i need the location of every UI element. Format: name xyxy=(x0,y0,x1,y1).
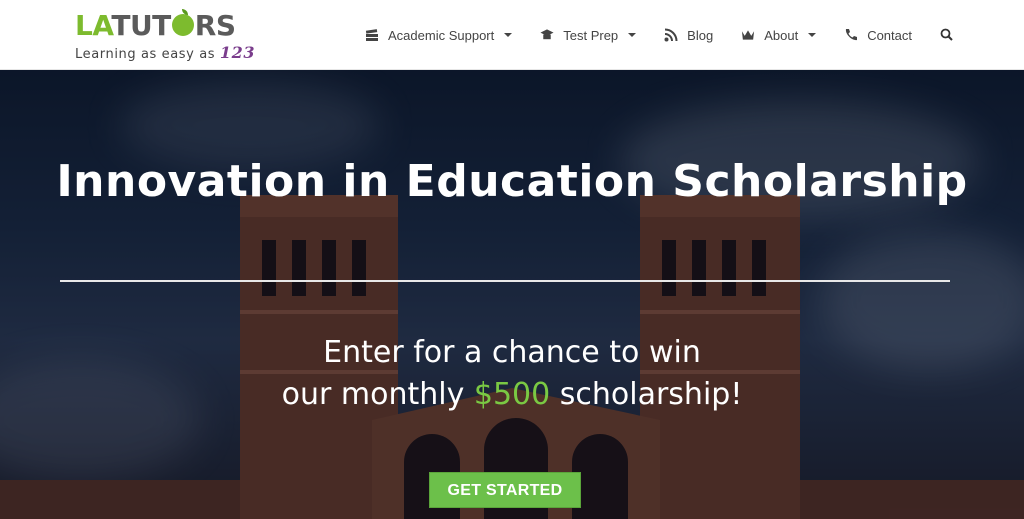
chevron-down-icon xyxy=(808,33,817,37)
nav-label: Blog xyxy=(687,27,714,43)
chevron-down-icon xyxy=(628,33,637,37)
rss-icon xyxy=(664,28,678,42)
logo-tut: TUT xyxy=(111,9,171,42)
nav-label: Academic Support xyxy=(388,27,495,43)
nav-about[interactable]: About xyxy=(741,27,817,43)
get-started-button[interactable]: GET STARTED xyxy=(429,472,581,508)
hero-subtitle-line2: our monthly $500 scholarship! xyxy=(0,374,1024,416)
line2-suffix: scholarship! xyxy=(550,377,743,412)
latutors-logo[interactable]: LATUT RS Learning as easy as 123 xyxy=(75,8,265,64)
nav-blog[interactable]: Blog xyxy=(664,28,713,43)
hero-subtitle-line1: Enter for a chance to win xyxy=(323,335,701,370)
main-nav: Academic Support Test Prep Blog About Co… xyxy=(337,0,954,70)
search-icon[interactable] xyxy=(940,28,954,42)
books-icon xyxy=(365,28,379,42)
hero-title: Innovation in Education Scholarship xyxy=(56,156,968,207)
hero-subtitle: Enter for a chance to win our monthly $5… xyxy=(0,332,1024,416)
logo-wordmark: LATUT RS xyxy=(75,8,236,44)
site-header: LATUT RS Learning as easy as 123 Academic… xyxy=(0,0,1024,70)
tagline-text: Learning as easy as xyxy=(75,47,220,62)
phone-icon xyxy=(844,28,858,42)
scholarship-amount: $500 xyxy=(473,377,551,412)
hero-divider xyxy=(60,280,950,282)
nav-label: Test Prep xyxy=(563,27,619,43)
line2-prefix: our monthly xyxy=(281,377,474,412)
tagline-number: 123 xyxy=(219,43,256,62)
chevron-down-icon xyxy=(504,33,513,37)
hero-banner: Innovation in Education Scholarship Ente… xyxy=(0,70,1024,519)
nav-label: Contact xyxy=(867,27,912,43)
nav-test-prep[interactable]: Test Prep xyxy=(540,27,637,43)
apple-icon xyxy=(171,9,194,36)
nav-contact[interactable]: Contact xyxy=(844,28,912,43)
crown-icon xyxy=(741,28,755,42)
logo-la: LA xyxy=(75,9,112,42)
graduation-cap-icon xyxy=(540,28,554,42)
nav-label: About xyxy=(764,27,799,43)
logo-rs: RS xyxy=(194,9,236,42)
hero-overlay xyxy=(0,70,1024,519)
nav-academic-support[interactable]: Academic Support xyxy=(365,27,513,43)
logo-tagline: Learning as easy as 123 xyxy=(75,43,255,62)
